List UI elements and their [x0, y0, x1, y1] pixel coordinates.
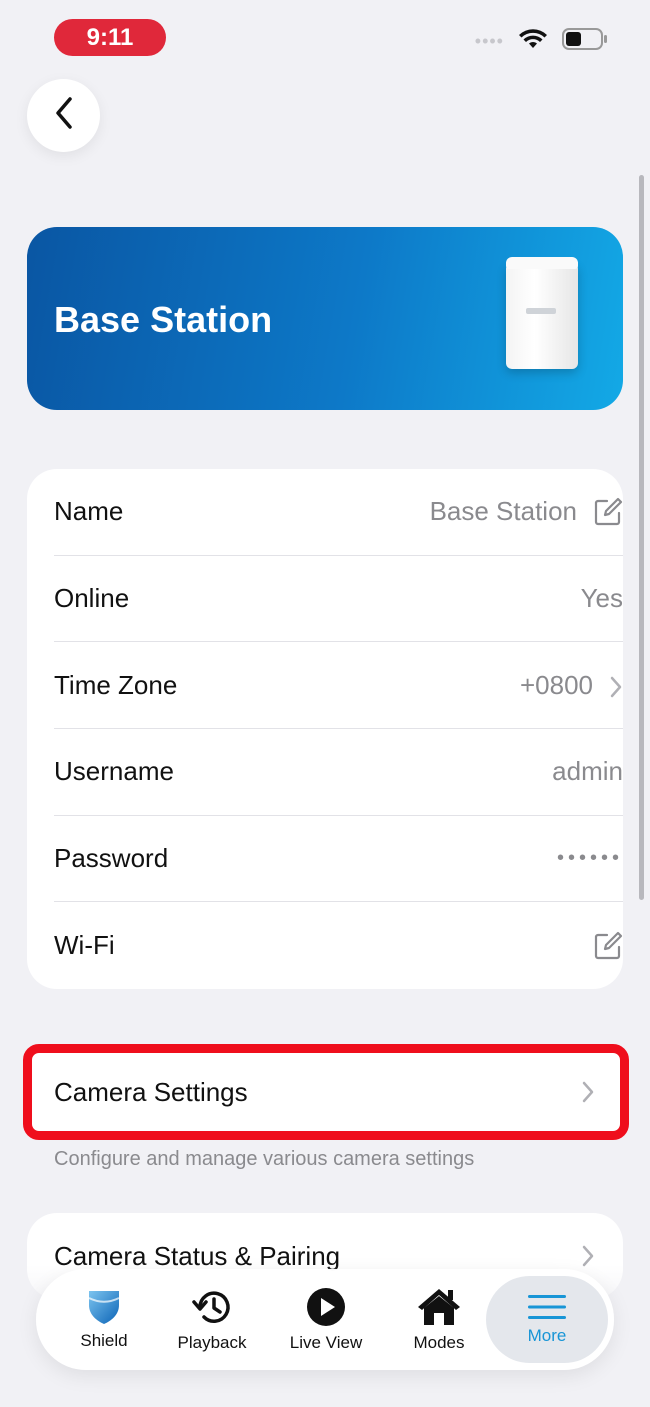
status-bar: 9:11 •••• [0, 0, 650, 70]
row-username: Username admin [54, 729, 623, 816]
row-label: Wi-Fi [54, 930, 115, 961]
tab-modes[interactable]: Modes [382, 1269, 496, 1370]
scrollbar[interactable] [639, 175, 644, 900]
tab-more[interactable]: More [486, 1276, 608, 1363]
device-banner: Base Station [27, 227, 623, 410]
history-icon [191, 1287, 233, 1327]
row-value: Yes [580, 583, 623, 614]
row-label: Time Zone [54, 669, 178, 700]
menu-icon [527, 1294, 567, 1320]
row-time-zone[interactable]: Time Zone +0800 [54, 642, 623, 730]
device-title: Base Station [54, 299, 273, 340]
chevron-right-icon [581, 1245, 595, 1267]
tab-label: More [527, 1325, 567, 1345]
wifi-icon [518, 28, 548, 55]
home-icon [416, 1287, 462, 1327]
battery-icon [562, 28, 608, 55]
shield-icon [87, 1289, 121, 1325]
chevron-left-icon [53, 96, 75, 135]
status-time: 9:11 [54, 19, 166, 56]
tab-label: Live View [289, 1332, 363, 1352]
row-value: +0800 [519, 669, 593, 700]
row-value: Base Station [429, 496, 577, 527]
edit-icon[interactable] [593, 931, 623, 961]
tab-live-view[interactable]: Live View [269, 1269, 383, 1370]
row-name[interactable]: Name Base Station [54, 469, 623, 556]
camera-settings-row[interactable]: Camera Settings [27, 1049, 623, 1135]
tab-shield[interactable]: Shield [47, 1269, 161, 1370]
chevron-right-icon [609, 674, 623, 698]
row-label: Online [54, 583, 130, 614]
play-icon [306, 1287, 346, 1327]
row-label: Name [54, 496, 124, 527]
back-button[interactable] [27, 79, 100, 152]
camera-settings-helper: Configure and manage various camera sett… [54, 1148, 475, 1170]
row-label: Password [54, 843, 169, 874]
cellular-dots: •••• [474, 31, 504, 51]
row-label: Username [54, 756, 174, 787]
row-password: Password •••••• [54, 816, 623, 903]
status-icons: •••• [475, 28, 608, 55]
tab-label: Shield [80, 1330, 128, 1350]
row-value: •••••• [556, 847, 623, 870]
tab-playback[interactable]: Playback [155, 1269, 269, 1370]
row-value: admin [552, 756, 623, 787]
row-online: Online Yes [54, 556, 623, 643]
tab-bar: Shield Playback Live View Modes More [36, 1269, 614, 1370]
edit-icon[interactable] [593, 497, 623, 527]
tab-label: Modes [413, 1332, 465, 1352]
chevron-right-icon [581, 1081, 595, 1103]
row-wifi[interactable]: Wi-Fi [54, 903, 623, 990]
camera-settings-label: Camera Settings [54, 1076, 248, 1107]
device-info-card: Name Base Station Online Yes Time Zone +… [27, 469, 623, 989]
base-station-device-image [506, 257, 578, 369]
tab-label: Playback [177, 1332, 247, 1352]
